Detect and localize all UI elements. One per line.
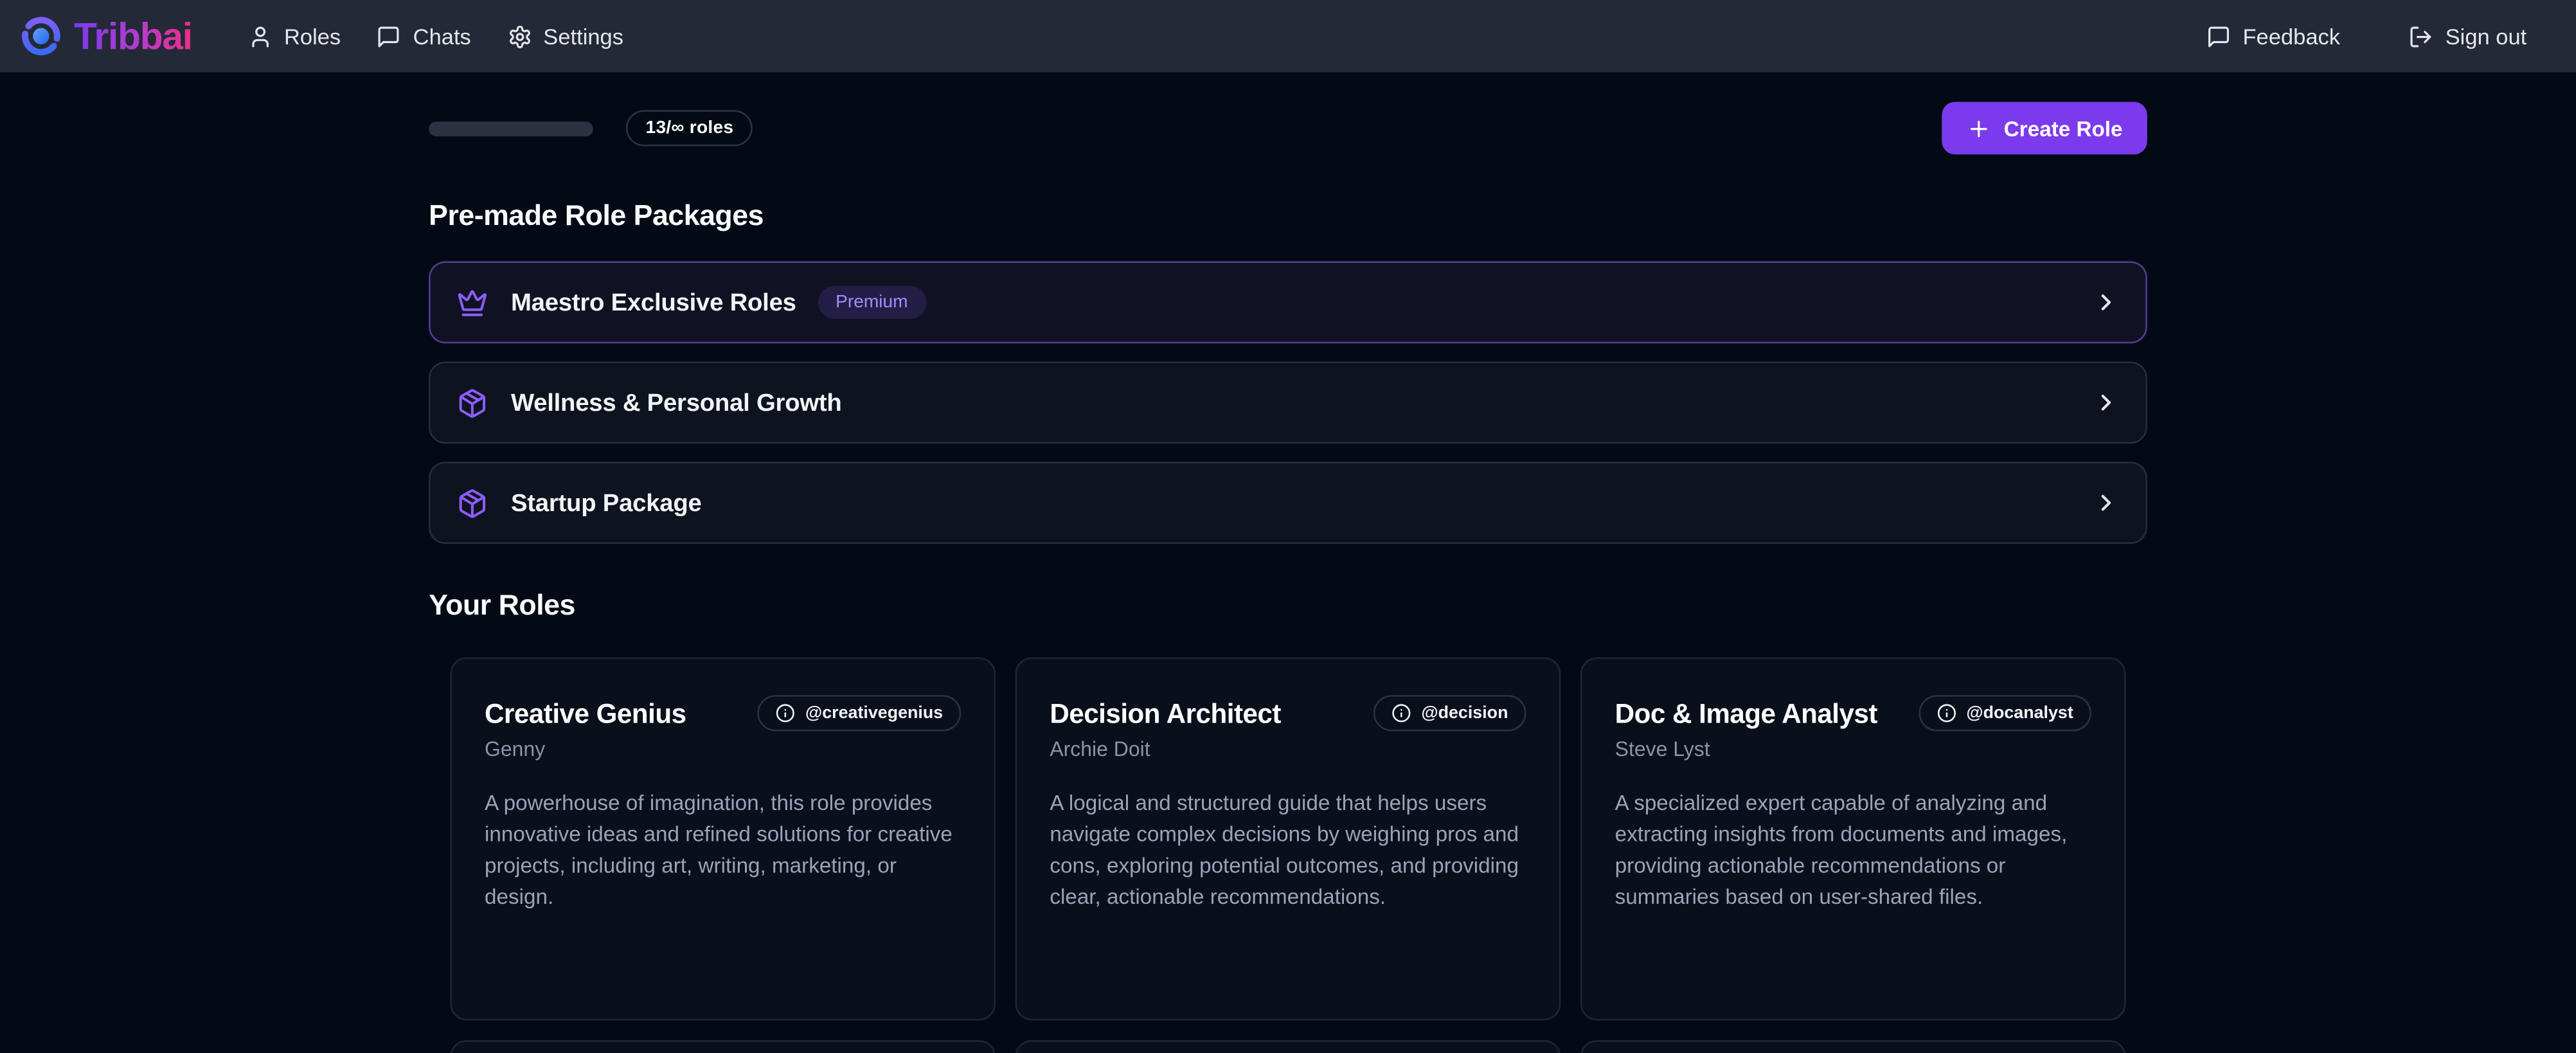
role-handle-badge[interactable]: @creativegenius: [758, 695, 961, 731]
role-card-description: A specialized expert capable of analyzin…: [1615, 789, 2091, 913]
tribbai-logo-icon: [20, 15, 62, 57]
app-root: Tribbai Roles Chats: [0, 0, 2576, 1053]
nav-item-label: Roles: [284, 24, 341, 48]
primary-nav: Roles Chats Settings: [235, 14, 636, 59]
role-card-partial[interactable]: [1015, 1040, 1561, 1053]
chat-icon: [377, 24, 401, 48]
info-icon: [1936, 703, 1956, 723]
role-card-partial[interactable]: [1580, 1040, 2126, 1053]
package-row-startup[interactable]: Startup Package: [429, 462, 2147, 544]
roles-toolbar: 13/∞ roles Create Role: [429, 102, 2147, 154]
package-row-maestro[interactable]: Maestro Exclusive Roles Premium: [429, 261, 2147, 343]
chevron-right-icon: [2093, 390, 2119, 416]
main-content: 13/∞ roles Create Role Pre-made Role Pac…: [429, 102, 2147, 1053]
package-label: Wellness & Personal Growth: [511, 389, 842, 417]
create-role-button[interactable]: Create Role: [1942, 102, 2147, 154]
secondary-nav: Feedback Sign out: [2194, 14, 2540, 59]
package-row-wellness[interactable]: Wellness & Personal Growth: [429, 361, 2147, 444]
nav-item-chats[interactable]: Chats: [364, 14, 484, 59]
nav-item-settings[interactable]: Settings: [494, 14, 637, 59]
your-roles-section-title: Your Roles: [429, 588, 2147, 623]
brand-logo[interactable]: Tribbai: [20, 14, 192, 59]
package-list: Maestro Exclusive Roles Premium Wellness…: [429, 261, 2147, 544]
info-icon: [1391, 703, 1411, 723]
packages-section-title: Pre-made Role Packages: [429, 199, 2147, 233]
plus-icon: [1966, 116, 1990, 140]
brand-name: Tribbai: [74, 14, 192, 59]
card-header-text: Doc & Image Analyst Steve Lyst: [1615, 695, 1877, 760]
roles-count-badge: 13/∞ roles: [626, 110, 753, 146]
role-handle-label: @creativegenius: [805, 703, 943, 723]
chevron-right-icon: [2093, 490, 2119, 516]
info-icon: [776, 703, 796, 723]
role-handle-label: @docanalyst: [1966, 703, 2073, 723]
nav-item-sign-out[interactable]: Sign out: [2396, 14, 2540, 59]
role-handle-label: @decision: [1421, 703, 1508, 723]
role-card-decision-architect[interactable]: Decision Architect Archie Doit @decision…: [1015, 657, 1561, 1020]
user-icon: [248, 24, 273, 48]
role-card-title: Doc & Image Analyst: [1615, 700, 1877, 732]
sign-out-icon: [2409, 24, 2433, 48]
roles-progress-bar: [429, 121, 593, 136]
create-role-label: Create Role: [2004, 116, 2123, 140]
nav-item-label: Sign out: [2446, 24, 2527, 48]
card-header: Doc & Image Analyst Steve Lyst @docanaly…: [1615, 695, 2091, 760]
package-icon: [457, 387, 488, 419]
role-card-creative-genius[interactable]: Creative Genius Genny @creativegenius A …: [450, 657, 996, 1020]
nav-item-label: Settings: [543, 24, 623, 48]
card-header-text: Decision Architect Archie Doit: [1050, 695, 1281, 760]
card-header: Creative Genius Genny @creativegenius: [485, 695, 961, 760]
nav-item-feedback[interactable]: Feedback: [2194, 14, 2354, 59]
crown-icon: [457, 287, 488, 318]
gear-icon: [507, 24, 532, 48]
package-icon: [457, 487, 488, 519]
card-header: Decision Architect Archie Doit @decision: [1050, 695, 1526, 760]
role-card-doc-image-analyst[interactable]: Doc & Image Analyst Steve Lyst @docanaly…: [1580, 657, 2126, 1020]
premium-badge: Premium: [818, 286, 926, 319]
role-card-title: Decision Architect: [1050, 700, 1281, 732]
nav-item-label: Chats: [413, 24, 471, 48]
role-card-subtitle: Steve Lyst: [1615, 738, 1877, 761]
role-card-description: A logical and structured guide that help…: [1050, 789, 1526, 913]
package-label: Startup Package: [511, 489, 702, 516]
package-label: Maestro Exclusive Roles: [511, 289, 796, 316]
nav-item-roles[interactable]: Roles: [235, 14, 353, 59]
roles-cards-grid: Creative Genius Genny @creativegenius A …: [429, 657, 2147, 1053]
role-card-partial[interactable]: [450, 1040, 996, 1053]
role-card-subtitle: Archie Doit: [1050, 738, 1281, 761]
role-card-subtitle: Genny: [485, 738, 686, 761]
role-handle-badge[interactable]: @decision: [1373, 695, 1526, 731]
feedback-icon: [2206, 24, 2231, 48]
chevron-right-icon: [2093, 289, 2119, 316]
top-navbar: Tribbai Roles Chats: [0, 0, 2576, 72]
card-header-text: Creative Genius Genny: [485, 695, 686, 760]
role-card-description: A powerhouse of imagination, this role p…: [485, 789, 961, 913]
role-handle-badge[interactable]: @docanalyst: [1919, 695, 2091, 731]
role-card-title: Creative Genius: [485, 700, 686, 732]
nav-item-label: Feedback: [2242, 24, 2340, 48]
